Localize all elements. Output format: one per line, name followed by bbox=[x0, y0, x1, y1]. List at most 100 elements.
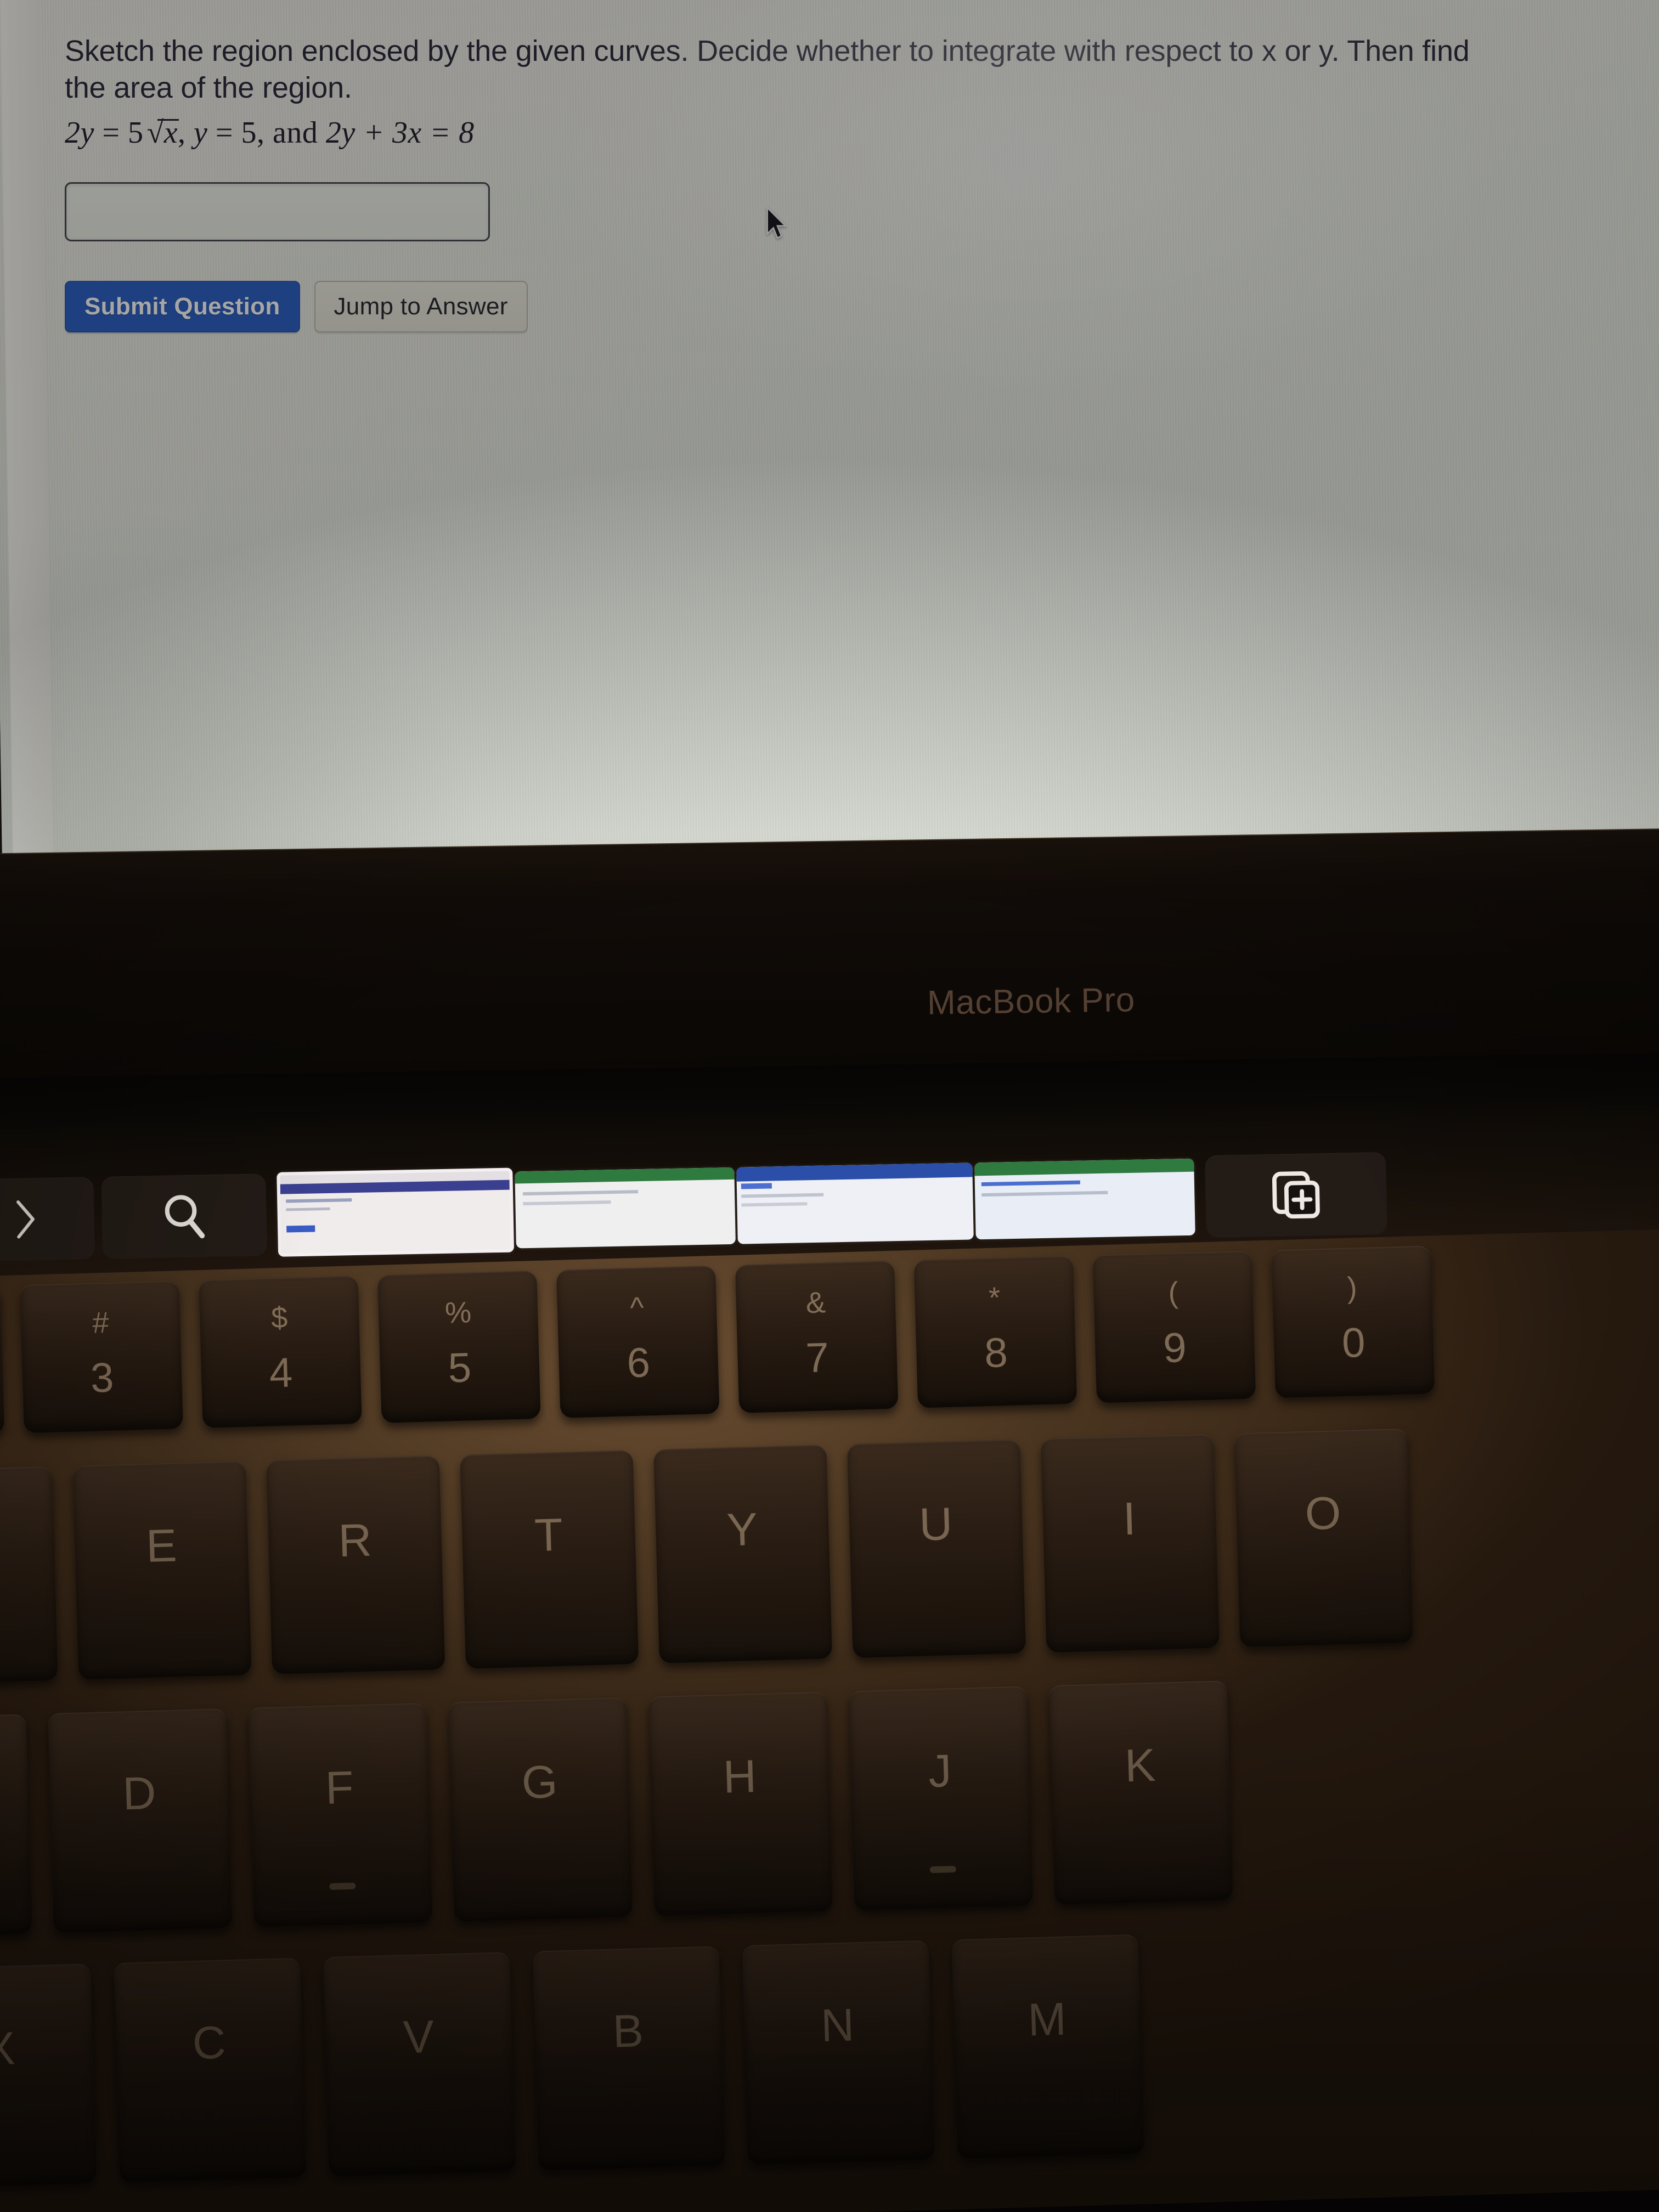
touchbar-tab-thumbnail[interactable] bbox=[515, 1167, 736, 1249]
chevron-right-icon bbox=[16, 1200, 35, 1239]
key-o[interactable]: O bbox=[1234, 1428, 1413, 1647]
key-8[interactable]: * 8 bbox=[913, 1255, 1077, 1408]
key-letter-legend: E bbox=[145, 1519, 178, 1572]
key-letter-legend: F bbox=[324, 1761, 354, 1814]
touchbar-expand-button[interactable] bbox=[0, 1177, 95, 1262]
key-9[interactable]: (9 bbox=[1092, 1250, 1256, 1403]
key-shift-legend: # bbox=[92, 1306, 110, 1340]
key-i[interactable]: I bbox=[1040, 1434, 1220, 1653]
key-letter-legend: J bbox=[927, 1745, 952, 1797]
equation-comma-1: , bbox=[178, 115, 186, 150]
key-letter-legend: I bbox=[1122, 1492, 1137, 1545]
touchbar-tab-thumbnail[interactable] bbox=[974, 1158, 1195, 1240]
key-number-legend: 9 bbox=[1163, 1324, 1187, 1372]
key-x[interactable]: X bbox=[0, 1963, 97, 2188]
touchbar-tab-thumbnail[interactable] bbox=[736, 1163, 974, 1244]
touchbar-new-tab-button[interactable] bbox=[1204, 1152, 1387, 1238]
touchbar-tab-thumbnail-active[interactable] bbox=[276, 1167, 515, 1257]
keyboard: @2#3$4%5^6&7*8(9)0 WERTYUIO SDFGHJK XCVB… bbox=[0, 1226, 1659, 2212]
key-letter-legend: K bbox=[1124, 1739, 1156, 1792]
key-letter-legend: N bbox=[820, 1999, 855, 2051]
key-7[interactable]: & 7 bbox=[735, 1260, 899, 1413]
question-text-line2: the area of the region. bbox=[65, 71, 352, 104]
laptop-screen: Sketch the region enclosed by the given … bbox=[0, 0, 1659, 900]
key-m[interactable]: M bbox=[951, 1934, 1144, 2159]
key-number-legend: 5 bbox=[447, 1344, 472, 1392]
key-c[interactable]: C bbox=[113, 1957, 307, 2182]
key-letter-legend: G bbox=[521, 1756, 558, 1809]
key-letter-legend: T bbox=[534, 1508, 563, 1561]
equation-equals-2: = bbox=[215, 115, 233, 150]
key-f[interactable]: F bbox=[248, 1702, 433, 1927]
answer-input[interactable] bbox=[65, 182, 490, 241]
key-b[interactable]: B bbox=[532, 1946, 725, 2171]
key-shift-legend: * bbox=[988, 1281, 1001, 1314]
key-letter-legend: U bbox=[918, 1497, 953, 1550]
home-row-bump bbox=[329, 1882, 356, 1890]
key-number-legend: 8 bbox=[984, 1329, 1008, 1377]
key-letter-legend: C bbox=[191, 2016, 227, 2069]
key-shift-legend: ^ bbox=[629, 1291, 645, 1325]
key-number-legend: 4 bbox=[268, 1349, 294, 1397]
display-bezel bbox=[0, 828, 1659, 1085]
key-w[interactable]: W bbox=[0, 1466, 58, 1685]
key-shift-legend: % bbox=[444, 1296, 472, 1330]
key-shift-legend: ( bbox=[1167, 1276, 1179, 1310]
key-n[interactable]: N bbox=[742, 1940, 935, 2165]
keyboard-bottom-row: XCVBNM bbox=[0, 1934, 1167, 2188]
macbook-pro-wordmark: MacBook Pro bbox=[927, 981, 1136, 1022]
question-equation: 2y = 5 √x, y = 5, and 2y + 3x = 8 bbox=[65, 115, 1645, 150]
key-shift-legend: & bbox=[805, 1286, 826, 1320]
key-letter-legend: B bbox=[612, 2005, 645, 2057]
touchbar-tab-strip[interactable] bbox=[273, 1153, 1199, 1259]
key-u[interactable]: U bbox=[847, 1439, 1026, 1658]
equation-radicand: x bbox=[163, 115, 178, 150]
macbook-photo: Sketch the region enclosed by the given … bbox=[0, 0, 1659, 2212]
key-3[interactable]: #3 bbox=[20, 1280, 183, 1434]
key-letter-legend: Y bbox=[726, 1503, 759, 1556]
key-number-legend: 3 bbox=[89, 1354, 115, 1402]
jump-to-answer-button[interactable]: Jump to Answer bbox=[314, 280, 528, 332]
square-root-icon: √x bbox=[146, 115, 179, 150]
home-row-bump bbox=[929, 1866, 956, 1874]
equation-part-3: 2y + 3x = 8 bbox=[325, 115, 475, 150]
equation-lhs-1: 2y bbox=[65, 115, 94, 150]
key-letter-legend: O bbox=[1304, 1487, 1342, 1539]
key-e[interactable]: E bbox=[72, 1460, 252, 1680]
key-0[interactable]: ) 0 bbox=[1271, 1245, 1435, 1398]
key-number-legend: 0 bbox=[1341, 1319, 1366, 1367]
key-letter-legend: M bbox=[1027, 1993, 1067, 2046]
equation-lhs-2: y bbox=[194, 115, 208, 150]
key-shift-legend: $ bbox=[270, 1301, 289, 1335]
question-text-line1: Sketch the region enclosed by the given … bbox=[65, 35, 1470, 67]
key-y[interactable]: Y bbox=[653, 1444, 833, 1663]
keyboard-home-row: SD F G H J K bbox=[0, 1680, 1255, 1939]
mouse-pointer-arrow-icon bbox=[766, 206, 787, 239]
submit-question-button[interactable]: Submit Question bbox=[65, 280, 300, 332]
key-d[interactable]: D bbox=[48, 1708, 233, 1933]
key-r[interactable]: R bbox=[266, 1455, 445, 1674]
key-letter-legend: R bbox=[337, 1514, 373, 1567]
key-s[interactable]: S bbox=[0, 1714, 32, 1939]
key-j[interactable]: J bbox=[848, 1686, 1033, 1911]
question-actions: Submit Question Jump to Answer bbox=[65, 280, 1645, 332]
key-shift-legend: ) bbox=[1346, 1271, 1358, 1305]
key-t[interactable]: T bbox=[460, 1450, 639, 1669]
key-6[interactable]: ^ 6 bbox=[556, 1265, 720, 1418]
keyboard-qwerty-row: WERTYUIO bbox=[0, 1428, 1434, 1685]
question-content: Sketch the region enclosed by the given … bbox=[65, 33, 1645, 332]
key-g[interactable]: G bbox=[448, 1697, 633, 1922]
touchbar-search-button[interactable] bbox=[101, 1173, 268, 1259]
equation-conjunction: and bbox=[273, 115, 318, 150]
key-h[interactable]: H bbox=[648, 1691, 833, 1916]
key-k[interactable]: K bbox=[1048, 1680, 1233, 1905]
key-v[interactable]: V bbox=[323, 1951, 516, 2177]
new-tab-plus-icon bbox=[1272, 1171, 1320, 1219]
magnifier-icon bbox=[165, 1195, 205, 1239]
equation-coefficient: 5 bbox=[127, 115, 144, 150]
equation-rhs-2: 5, bbox=[241, 115, 265, 150]
key-5[interactable]: % 5 bbox=[377, 1270, 541, 1423]
key-2[interactable]: @2 bbox=[0, 1285, 4, 1438]
key-number-legend: 7 bbox=[805, 1334, 830, 1382]
key-4[interactable]: $4 bbox=[199, 1276, 362, 1429]
